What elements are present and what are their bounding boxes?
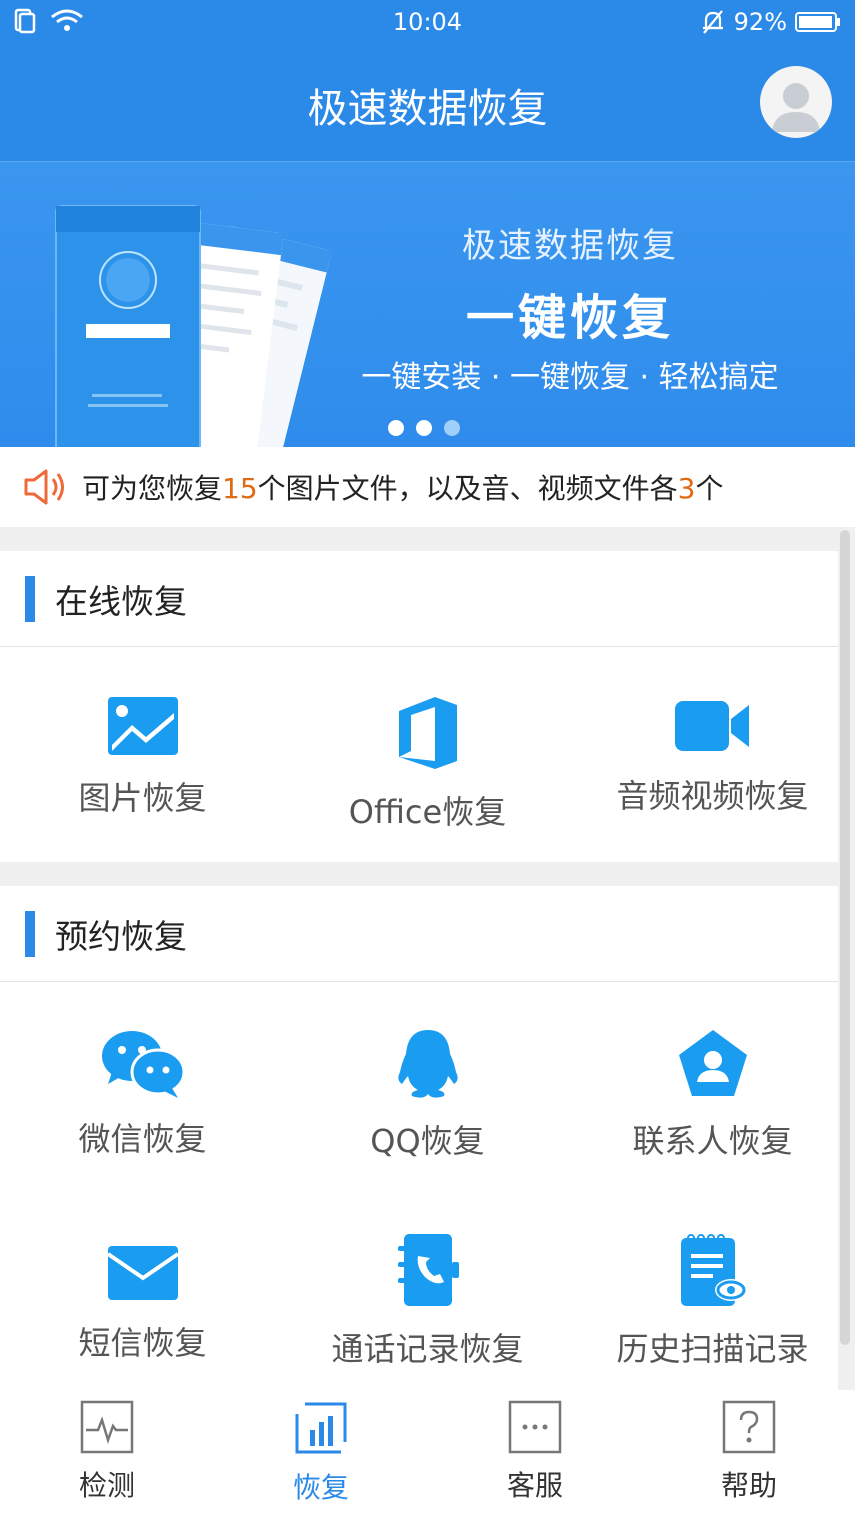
sms-recovery-button[interactable]: 短信恢复 <box>0 1244 285 1364</box>
office-icon <box>398 697 457 769</box>
section-accent-bar <box>25 575 35 622</box>
banner-dot-2[interactable] <box>416 420 432 436</box>
pulse-icon <box>80 1400 134 1454</box>
media-count: 3 <box>677 472 696 505</box>
tab-recover[interactable]: 恢复 <box>214 1400 428 1506</box>
section-header: 预约恢复 <box>0 886 838 982</box>
question-icon <box>722 1400 776 1454</box>
section-accent-bar <box>25 910 35 957</box>
banner-dot-3[interactable] <box>444 420 460 436</box>
tab-help[interactable]: 帮助 <box>642 1400 855 1504</box>
section-scheduled-recovery: 预约恢复 微信恢复 QQ恢复 联系人恢复 短信恢复 通话记录恢复 历史扫描记录 <box>0 886 838 1390</box>
tab-label: 检测 <box>78 1469 135 1502</box>
tab-label: 客服 <box>506 1469 563 1502</box>
tab-label: 帮助 <box>720 1469 777 1502</box>
battery-percent: 92% <box>733 8 787 36</box>
call-log-recovery-label: 通话记录恢复 <box>331 1330 524 1368</box>
tab-detect[interactable]: 检测 <box>0 1400 214 1504</box>
bell-muted-icon <box>702 10 723 34</box>
contact-recovery-label: 联系人恢复 <box>632 1122 793 1160</box>
banner-pagination[interactable] <box>388 420 460 436</box>
section-header: 在线恢复 <box>0 551 838 647</box>
notice-text: 可为您恢复15个图片文件，以及音、视频文件各3个 <box>82 472 724 505</box>
sms-recovery-label: 短信恢复 <box>78 1324 207 1362</box>
scrollbar[interactable] <box>840 530 850 1345</box>
wechat-recovery-label: 微信恢复 <box>78 1120 207 1158</box>
wechat-icon <box>101 1031 185 1098</box>
user-avatar-icon <box>772 83 820 132</box>
av-recovery-button[interactable]: 音频视频恢复 <box>570 695 855 817</box>
bar-chart-icon <box>295 1402 347 1454</box>
office-recovery-button[interactable]: Office恢复 <box>285 695 570 833</box>
contact-icon <box>678 1030 747 1096</box>
av-recovery-label: 音频视频恢复 <box>616 777 809 815</box>
image-recovery-button[interactable]: 图片恢复 <box>0 695 285 819</box>
office-recovery-label: Office恢复 <box>348 793 507 831</box>
section-title: 在线恢复 <box>55 581 187 621</box>
phone-mockups-illustration <box>55 205 332 447</box>
contact-recovery-button[interactable]: 联系人恢复 <box>570 1028 855 1162</box>
wechat-recovery-button[interactable]: 微信恢复 <box>0 1028 285 1160</box>
status-bar: 10:04 92% <box>0 0 855 46</box>
scan-history-label: 历史扫描记录 <box>616 1330 809 1368</box>
tab-support[interactable]: 客服 <box>428 1400 642 1504</box>
avatar[interactable] <box>760 66 832 138</box>
banner-dot-1[interactable] <box>388 420 404 436</box>
qq-recovery-label: QQ恢复 <box>370 1122 485 1160</box>
image-count: 15 <box>222 472 258 505</box>
call-log-recovery-button[interactable]: 通话记录恢复 <box>285 1232 570 1370</box>
phone-book-icon <box>397 1234 459 1306</box>
battery-icon <box>795 12 840 32</box>
qq-recovery-button[interactable]: QQ恢复 <box>285 1028 570 1162</box>
promo-banner[interactable]: 极速数据恢复 一键恢复 一键安装 · 一键恢复 · 轻松搞定 <box>0 161 855 447</box>
video-camera-icon <box>674 701 749 751</box>
speaker-icon <box>24 469 64 505</box>
qq-icon <box>397 1030 458 1098</box>
section-title: 预约恢复 <box>55 916 187 956</box>
section-online-recovery: 在线恢复 图片恢复 Office恢复 音频视频恢复 <box>0 551 838 862</box>
bottom-tab-bar: 检测 恢复 客服 帮助 <box>0 1390 855 1520</box>
scan-history-button[interactable]: 历史扫描记录 <box>570 1232 855 1370</box>
envelope-icon <box>106 1246 179 1300</box>
banner-subtitle: 一键安装 · 一键恢复 · 轻松搞定 <box>361 360 779 395</box>
app-bar: 极速数据恢复 <box>0 46 855 161</box>
banner-title: 极速数据恢复 <box>462 226 678 266</box>
chat-dots-icon <box>508 1400 562 1454</box>
app-title: 极速数据恢复 <box>307 86 548 132</box>
image-recovery-label: 图片恢复 <box>78 779 207 817</box>
recovery-notice: 可为您恢复15个图片文件，以及音、视频文件各3个 <box>0 447 855 527</box>
history-doc-icon <box>680 1234 747 1306</box>
banner-headline: 一键恢复 <box>465 290 674 346</box>
image-icon <box>107 697 178 755</box>
status-icons-right: 92% <box>700 8 841 36</box>
tab-label: 恢复 <box>292 1471 349 1504</box>
